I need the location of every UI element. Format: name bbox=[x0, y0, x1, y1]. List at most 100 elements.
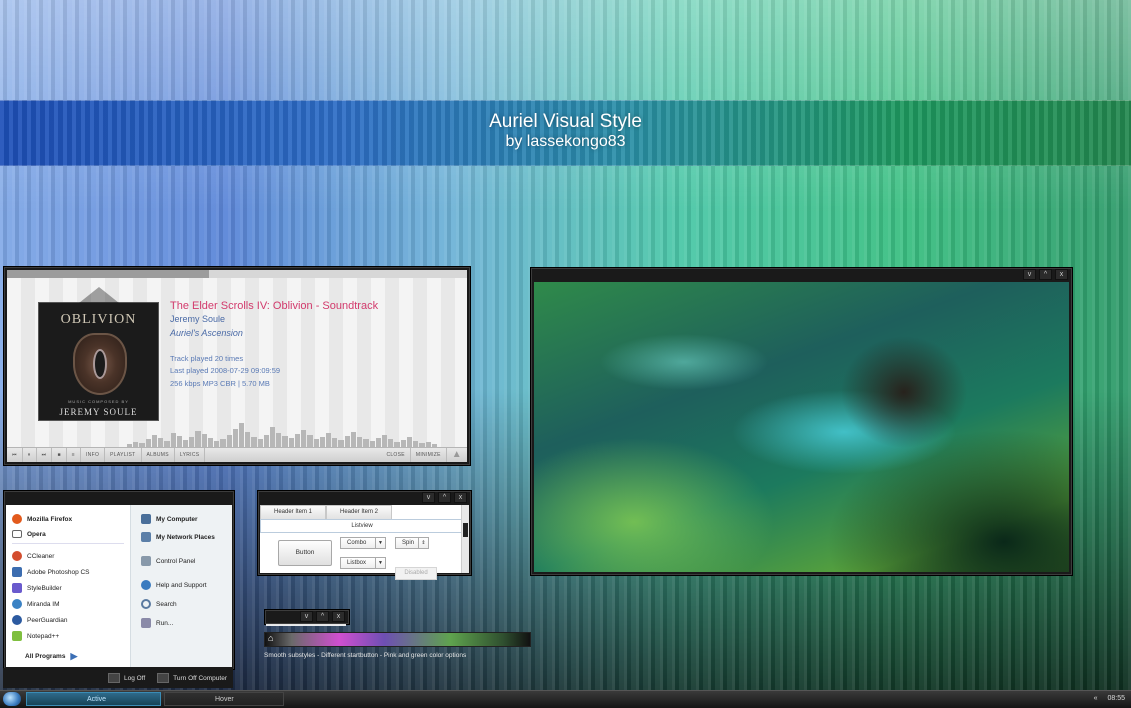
artist-name: Jeremy Soule bbox=[170, 314, 226, 324]
minimize-icon[interactable]: v bbox=[300, 611, 313, 622]
menu-item-label: Miranda IM bbox=[27, 600, 60, 608]
menu-item-opera[interactable]: Opera bbox=[12, 530, 46, 538]
tab-lyrics[interactable]: LYRICS bbox=[175, 448, 206, 462]
clock[interactable]: 08:55 bbox=[1107, 692, 1125, 706]
color-options-bar bbox=[264, 632, 531, 647]
menu-button[interactable]: ≡ bbox=[67, 448, 81, 462]
close-icon[interactable]: x bbox=[1055, 269, 1068, 280]
maximize-icon[interactable]: ^ bbox=[1039, 269, 1052, 280]
log-off-label: Log Off bbox=[123, 674, 146, 682]
spectrum-bar bbox=[357, 437, 363, 447]
spectrum-bar bbox=[195, 431, 201, 447]
album-art: OBLIVION MUSIC COMPOSED BY JEREMY SOULE bbox=[38, 287, 159, 421]
scroll-thumb[interactable] bbox=[463, 523, 468, 537]
power-icon bbox=[157, 673, 170, 683]
maximize-icon[interactable]: ^ bbox=[316, 611, 329, 622]
menu-item-label: Notepad++ bbox=[27, 632, 60, 640]
help-icon bbox=[141, 580, 151, 590]
listbox-label: Listbox bbox=[347, 560, 367, 566]
home-icon[interactable]: ⌂ bbox=[268, 633, 278, 643]
tab-playlist[interactable]: PLAYLIST bbox=[105, 448, 142, 462]
all-programs-button[interactable]: All Programs ▶ bbox=[25, 651, 77, 662]
search-icon bbox=[141, 599, 151, 609]
taskbar-button-active[interactable]: Active bbox=[26, 692, 161, 706]
controls-body: Header Item 1 Header Item 2 Listview But… bbox=[260, 505, 469, 580]
menu-item-label: Search bbox=[156, 600, 177, 608]
header-item-2[interactable]: Header Item 2 bbox=[326, 505, 392, 520]
menu-item-miranda[interactable]: Miranda IM bbox=[12, 599, 60, 609]
spectrum-bar bbox=[170, 433, 176, 447]
minimize-icon[interactable]: v bbox=[422, 492, 435, 503]
menu-item-ccleaner[interactable]: CCleaner bbox=[12, 551, 54, 561]
start-button[interactable] bbox=[3, 692, 21, 706]
spectrum-bar bbox=[145, 439, 151, 447]
spin-label: Spin bbox=[402, 540, 415, 546]
maximize-icon[interactable]: ^ bbox=[438, 492, 451, 503]
log-off-icon bbox=[107, 673, 120, 683]
menu-item-photoshop[interactable]: Adobe Photoshop CS bbox=[12, 567, 90, 577]
close-icon[interactable]: x bbox=[454, 492, 467, 503]
spectrum-bar bbox=[201, 434, 207, 447]
spectrum-bar bbox=[245, 432, 251, 447]
pause-button[interactable]: ⏸ bbox=[23, 448, 37, 462]
spectrum-bar bbox=[182, 440, 189, 447]
menu-item-label: PeerGuardian bbox=[27, 616, 68, 624]
spectrum-bar bbox=[388, 439, 394, 447]
turn-off-button[interactable]: Turn Off Computer bbox=[157, 673, 227, 683]
tab-albums[interactable]: ALBUMS bbox=[142, 448, 175, 462]
menu-item-label: Mozilla Firefox bbox=[27, 515, 73, 523]
spin-box[interactable]: Spin ⇕ bbox=[395, 537, 429, 549]
tab-info[interactable]: INFO bbox=[81, 448, 106, 462]
system-tray: « 08:55 bbox=[1094, 692, 1125, 706]
window-controls: v ^ x bbox=[300, 611, 345, 622]
tray-expand-icon[interactable]: « bbox=[1094, 692, 1098, 706]
close-button[interactable]: CLOSE bbox=[381, 448, 411, 462]
header-item-1[interactable]: Header Item 1 bbox=[260, 505, 326, 520]
spectrum-bar bbox=[238, 423, 245, 447]
menu-item-run[interactable]: Run... bbox=[141, 618, 173, 628]
combo-box[interactable]: Combo ▼ bbox=[340, 537, 386, 549]
spectrum-bar bbox=[294, 434, 301, 447]
stop-button[interactable]: ■ bbox=[52, 448, 67, 462]
spectrum-bar bbox=[326, 433, 332, 447]
menu-item-firefox[interactable]: Mozilla Firefox bbox=[12, 514, 72, 524]
menu-item-my-computer[interactable]: My Computer bbox=[141, 514, 198, 524]
log-off-button[interactable]: Log Off bbox=[107, 673, 146, 683]
minimize-button[interactable]: MINIMIZE bbox=[411, 448, 447, 462]
seek-fill bbox=[7, 270, 210, 278]
menu-item-label: My Network Places bbox=[156, 533, 215, 541]
demo-button[interactable]: Button bbox=[278, 540, 332, 566]
spectrum-bar bbox=[363, 439, 369, 447]
menu-item-stylebuilder[interactable]: StyleBuilder bbox=[12, 583, 62, 593]
next-button[interactable]: ⏭ bbox=[37, 448, 53, 462]
menu-item-network[interactable]: My Network Places bbox=[141, 532, 215, 542]
firefox-icon bbox=[12, 514, 22, 524]
run-icon bbox=[141, 618, 151, 628]
spectrum-bar bbox=[301, 430, 307, 447]
menu-item-help[interactable]: Help and Support bbox=[141, 580, 207, 590]
close-icon[interactable]: x bbox=[332, 611, 345, 622]
seek-track[interactable] bbox=[7, 270, 467, 278]
menu-item-control-panel[interactable]: Control Panel bbox=[141, 556, 195, 566]
spectrum-bar bbox=[288, 438, 294, 447]
player-control-bar: ⏮ ⏸ ⏭ ■ ≡ INFO PLAYLIST ALBUMS LYRICS CL… bbox=[7, 447, 467, 462]
menu-item-search[interactable]: Search bbox=[141, 599, 177, 609]
album-composed-by: MUSIC COMPOSED BY bbox=[68, 399, 129, 404]
menu-item-notepad[interactable]: Notepad++ bbox=[12, 631, 59, 641]
listview-row[interactable]: Listview bbox=[260, 519, 464, 533]
taskbar-button-hover[interactable]: Hover bbox=[164, 692, 284, 706]
spectrum-bar bbox=[319, 437, 325, 447]
menu-item-label: Control Panel bbox=[156, 557, 196, 565]
menu-item-peerguardian[interactable]: PeerGuardian bbox=[12, 615, 67, 625]
minimize-icon[interactable]: v bbox=[1023, 269, 1036, 280]
vertical-scrollbar[interactable] bbox=[461, 505, 469, 573]
photoshop-icon bbox=[12, 567, 22, 577]
list-box[interactable]: Listbox ▼ bbox=[340, 557, 386, 569]
previous-button[interactable]: ⏮ bbox=[7, 448, 23, 462]
peerguardian-icon bbox=[12, 615, 22, 625]
all-programs-label: All Programs bbox=[25, 653, 66, 660]
progress-line bbox=[266, 624, 346, 626]
banner-author: by lassekongo83 bbox=[505, 133, 626, 150]
window-controls: v ^ x bbox=[422, 492, 467, 503]
menu-item-label: Help and Support bbox=[156, 581, 207, 589]
